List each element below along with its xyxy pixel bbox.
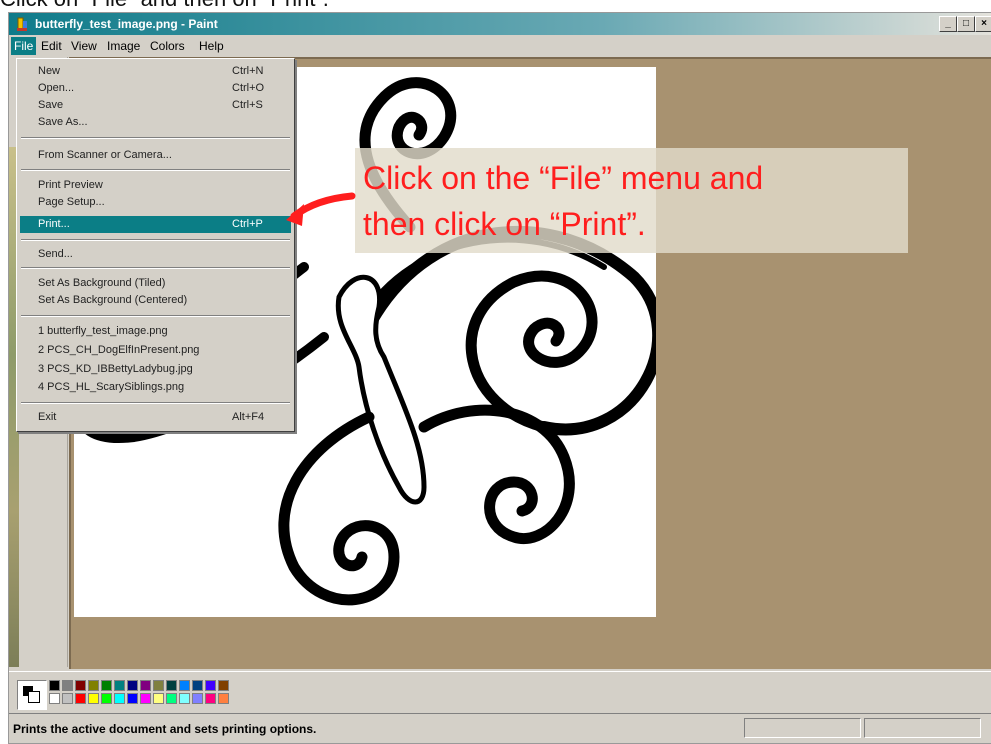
menu-item-page-setup[interactable]: Page Setup... xyxy=(20,194,291,211)
color-swatch[interactable] xyxy=(140,693,151,704)
menu-item-label: 4 PCS_HL_ScarySiblings.png xyxy=(38,381,185,393)
menu-item-bg-centered[interactable]: Set As Background (Centered) xyxy=(20,292,291,309)
color-swatch[interactable] xyxy=(49,680,60,691)
color-swatch[interactable] xyxy=(62,693,73,704)
instruction-callout: Click on the “File” menu and then click … xyxy=(355,148,908,253)
menu-item-open[interactable]: Open... Ctrl+O xyxy=(20,80,291,97)
color-swatch[interactable] xyxy=(127,693,138,704)
minimize-button[interactable]: _ xyxy=(939,16,957,32)
callout-line-2: then click on “Print”. xyxy=(363,206,646,242)
menu-item-shortcut: Ctrl+P xyxy=(232,218,263,230)
status-bar: Prints the active document and sets prin… xyxy=(9,713,991,740)
menu-item-label: Page Setup... xyxy=(38,196,105,208)
menu-item-print[interactable]: Print... Ctrl+P xyxy=(20,216,291,233)
menu-item-label: Set As Background (Centered) xyxy=(38,294,188,306)
menu-bar: File Edit View Image Colors Help xyxy=(9,36,991,56)
menu-separator xyxy=(21,402,290,404)
menu-view[interactable]: View xyxy=(71,39,97,53)
menu-item-label: 3 PCS_KD_IBBettyLadybug.jpg xyxy=(38,363,193,375)
menu-file[interactable]: File xyxy=(11,37,37,55)
menu-item-shortcut: Ctrl+S xyxy=(232,99,263,111)
menu-separator xyxy=(21,239,290,241)
color-swatch[interactable] xyxy=(192,693,203,704)
menu-item-shortcut: Ctrl+N xyxy=(232,65,264,77)
menu-item-save-as[interactable]: Save As... xyxy=(20,114,291,131)
pointer-arrow-icon xyxy=(286,192,356,226)
menu-item-recent-3[interactable]: 3 PCS_KD_IBBettyLadybug.jpg xyxy=(20,361,291,378)
menu-item-from-scanner[interactable]: From Scanner or Camera... xyxy=(20,147,291,164)
color-swatch[interactable] xyxy=(218,680,229,691)
menu-separator xyxy=(21,169,290,171)
file-menu-dropdown: New Ctrl+N Open... Ctrl+O Save Ctrl+S Save … xyxy=(16,58,295,432)
color-swatch[interactable] xyxy=(140,680,151,691)
menu-item-recent-2[interactable]: 2 PCS_CH_DogElfInPresent.png xyxy=(20,342,291,359)
color-swatch[interactable] xyxy=(166,693,177,704)
title-bar: butterfly_test_image.png - Paint _ □ × xyxy=(9,13,991,35)
menu-item-label: New xyxy=(38,65,61,77)
paint-app-icon xyxy=(17,17,27,31)
menu-item-label: Print... xyxy=(38,218,70,230)
color-swatch[interactable] xyxy=(101,680,112,691)
close-button[interactable]: × xyxy=(975,16,991,32)
color-swatch[interactable] xyxy=(166,680,177,691)
color-swatch[interactable] xyxy=(179,680,190,691)
menu-help[interactable]: Help xyxy=(199,39,224,53)
menu-item-recent-4[interactable]: 4 PCS_HL_ScarySiblings.png xyxy=(20,379,291,396)
menu-separator xyxy=(21,137,290,139)
status-pane-size xyxy=(864,718,981,738)
instruction-text: Click on “File” and then on “Print”. xyxy=(0,0,991,11)
menu-item-shortcut: Ctrl+O xyxy=(232,82,265,94)
menu-colors[interactable]: Colors xyxy=(150,39,185,53)
color-swatch[interactable] xyxy=(75,693,86,704)
color-swatch[interactable] xyxy=(205,680,216,691)
color-swatch[interactable] xyxy=(127,680,138,691)
menu-item-label: Save xyxy=(38,99,64,111)
color-swatch[interactable] xyxy=(114,680,125,691)
color-swatch[interactable] xyxy=(101,693,112,704)
color-swatch[interactable] xyxy=(179,693,190,704)
menu-item-label: 2 PCS_CH_DogElfInPresent.png xyxy=(38,344,200,356)
color-swatch[interactable] xyxy=(153,680,164,691)
menu-item-print-preview[interactable]: Print Preview xyxy=(20,177,291,194)
color-swatch[interactable] xyxy=(153,693,164,704)
color-swatch[interactable] xyxy=(114,693,125,704)
menu-item-label: Print Preview xyxy=(38,179,103,191)
menu-item-label: Save As... xyxy=(38,116,88,128)
callout-line-1: Click on the “File” menu and xyxy=(363,160,764,196)
maximize-button[interactable]: □ xyxy=(957,16,975,32)
status-text: Prints the active document and sets prin… xyxy=(13,722,317,736)
color-swatch[interactable] xyxy=(75,680,86,691)
menu-image[interactable]: Image xyxy=(107,39,140,53)
color-palette xyxy=(9,671,991,712)
menu-item-bg-tiled[interactable]: Set As Background (Tiled) xyxy=(20,275,291,292)
menu-separator xyxy=(21,267,290,269)
color-swatch[interactable] xyxy=(62,680,73,691)
menu-edit[interactable]: Edit xyxy=(41,39,62,53)
color-swatch[interactable] xyxy=(88,693,99,704)
menu-item-recent-1[interactable]: 1 butterfly_test_image.png xyxy=(20,323,291,340)
color-swatch[interactable] xyxy=(218,693,229,704)
color-swatch[interactable] xyxy=(205,693,216,704)
menu-item-label: Set As Background (Tiled) xyxy=(38,277,166,289)
color-swatch[interactable] xyxy=(49,693,60,704)
menu-item-label: Send... xyxy=(38,248,73,260)
menu-item-new[interactable]: New Ctrl+N xyxy=(20,63,291,80)
background-color xyxy=(28,691,40,703)
color-swatch[interactable] xyxy=(192,680,203,691)
menu-item-exit[interactable]: Exit Alt+F4 xyxy=(20,409,291,426)
menu-item-label: Open... xyxy=(38,82,75,94)
menu-item-label: From Scanner or Camera... xyxy=(38,149,172,161)
menu-item-label: Exit xyxy=(38,411,57,423)
window-title: butterfly_test_image.png - Paint xyxy=(35,17,218,31)
menu-item-label: 1 butterfly_test_image.png xyxy=(38,325,168,337)
menu-item-send[interactable]: Send... xyxy=(20,246,291,263)
menu-item-save[interactable]: Save Ctrl+S xyxy=(20,97,291,114)
status-pane-coords xyxy=(744,718,861,738)
menu-separator xyxy=(21,315,290,317)
color-swatch[interactable] xyxy=(88,680,99,691)
menu-item-shortcut: Alt+F4 xyxy=(232,411,265,423)
current-colors[interactable] xyxy=(17,680,47,710)
